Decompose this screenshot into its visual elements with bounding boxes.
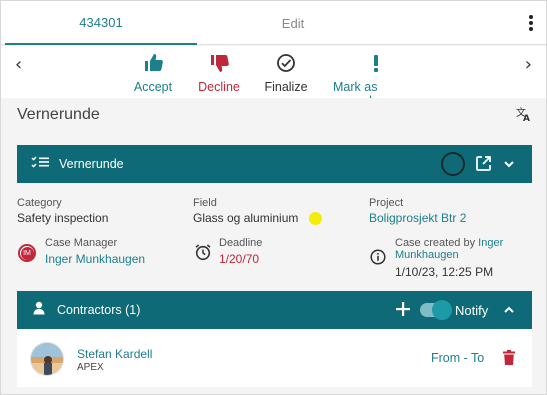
contractor-info: Stefan Kardell APEX	[77, 347, 152, 373]
category-label: Category	[17, 197, 62, 209]
page-title-row: Vernerunde 文A	[1, 98, 546, 134]
case-panel-title: Vernerunde	[59, 157, 124, 171]
notify-label: Notify	[455, 303, 489, 318]
chevron-down-icon[interactable]	[503, 157, 515, 175]
delete-icon[interactable]	[503, 350, 515, 370]
chevron-up-icon[interactable]	[503, 303, 515, 321]
case-details: Category Safety inspection Field Glass o…	[17, 183, 532, 289]
field-value: Glass og aluminium	[193, 211, 299, 225]
tab-bar: 434301 Edit	[1, 1, 546, 45]
decline-label: Decline	[198, 80, 240, 94]
action-toolbar: ‹ › Accept Decline Finalize Mark as unre…	[1, 46, 546, 108]
project-link[interactable]: Boligprosjekt Btr 2	[369, 211, 466, 225]
contractors-panel-header[interactable]: Contractors (1) Notify	[17, 291, 532, 329]
loading-spinner-icon	[441, 152, 465, 176]
contractors-title: Contractors (1)	[57, 303, 141, 317]
category-field: Category Safety inspection	[17, 197, 108, 225]
more-options-icon[interactable]	[528, 15, 534, 31]
case-created-label: Case created by	[395, 237, 476, 249]
info-icon	[370, 249, 386, 270]
field-field: Field Glass og aluminium	[193, 197, 298, 225]
check-circle-icon	[276, 52, 296, 74]
case-created-field: Case created by Inger Munkhaugen 1/10/23…	[395, 237, 525, 279]
next-arrow-icon[interactable]: ›	[525, 54, 532, 75]
case-created-date: 1/10/23, 12:25 PM	[395, 265, 494, 279]
checklist-icon	[31, 155, 49, 174]
contractor-company: APEX	[77, 362, 104, 373]
avatar-initials: IM	[20, 246, 34, 260]
accept-button[interactable]: Accept	[133, 52, 173, 94]
page-title: Vernerunde	[17, 106, 100, 123]
add-contractor-icon[interactable]	[396, 302, 410, 321]
accept-label: Accept	[133, 80, 173, 94]
contractor-name[interactable]: Stefan Kardell	[77, 347, 152, 361]
contractor-avatar	[30, 342, 64, 376]
case-manager-field: Case Manager Inger Munkhaugen	[45, 237, 145, 266]
deadline-value: 1/20/70	[219, 252, 260, 266]
avatar: IM	[18, 244, 36, 262]
deadline-field: Deadline 1/20/70	[219, 237, 262, 266]
exclamation-icon	[371, 52, 381, 74]
case-created-by-last[interactable]: Munkhaugen	[395, 249, 525, 261]
case-created-line: Case created by Inger	[395, 237, 525, 249]
field-label: Field	[193, 197, 217, 209]
notify-toggle-knob	[432, 300, 452, 320]
case-manager-link[interactable]: Inger Munkhaugen	[45, 252, 145, 266]
finalize-label: Finalize	[264, 80, 308, 94]
person-icon	[33, 301, 45, 320]
case-panel-header[interactable]: Vernerunde	[17, 145, 532, 183]
contractor-row: Stefan Kardell APEX From - To	[17, 329, 532, 387]
decline-button[interactable]: Decline	[196, 52, 242, 94]
case-manager-label: Case Manager	[45, 237, 118, 249]
notify-toggle[interactable]	[420, 300, 452, 320]
open-external-icon[interactable]	[475, 155, 492, 177]
thumbs-up-icon	[143, 52, 163, 74]
alarm-clock-icon	[194, 243, 212, 266]
category-value: Safety inspection	[17, 211, 109, 225]
tab-edit[interactable]: Edit	[197, 1, 389, 45]
project-label: Project	[369, 197, 404, 209]
tab-case-number[interactable]: 434301	[5, 1, 197, 45]
case-created-by-first[interactable]: Inger	[478, 237, 503, 249]
cursor-highlight-dot	[309, 212, 322, 225]
contractor-date-range[interactable]: From - To	[431, 351, 484, 365]
project-field: Project Boligprosjekt Btr 2	[369, 197, 466, 225]
deadline-label: Deadline	[219, 237, 263, 249]
app-frame: 434301 Edit ‹ › Accept Decline Finalize	[0, 0, 547, 395]
translate-icon[interactable]: 文A	[516, 106, 532, 127]
previous-arrow-icon[interactable]: ‹	[15, 54, 22, 75]
svg-text:A: A	[523, 114, 530, 122]
thumbs-down-icon	[209, 52, 229, 74]
finalize-button[interactable]: Finalize	[263, 52, 309, 94]
